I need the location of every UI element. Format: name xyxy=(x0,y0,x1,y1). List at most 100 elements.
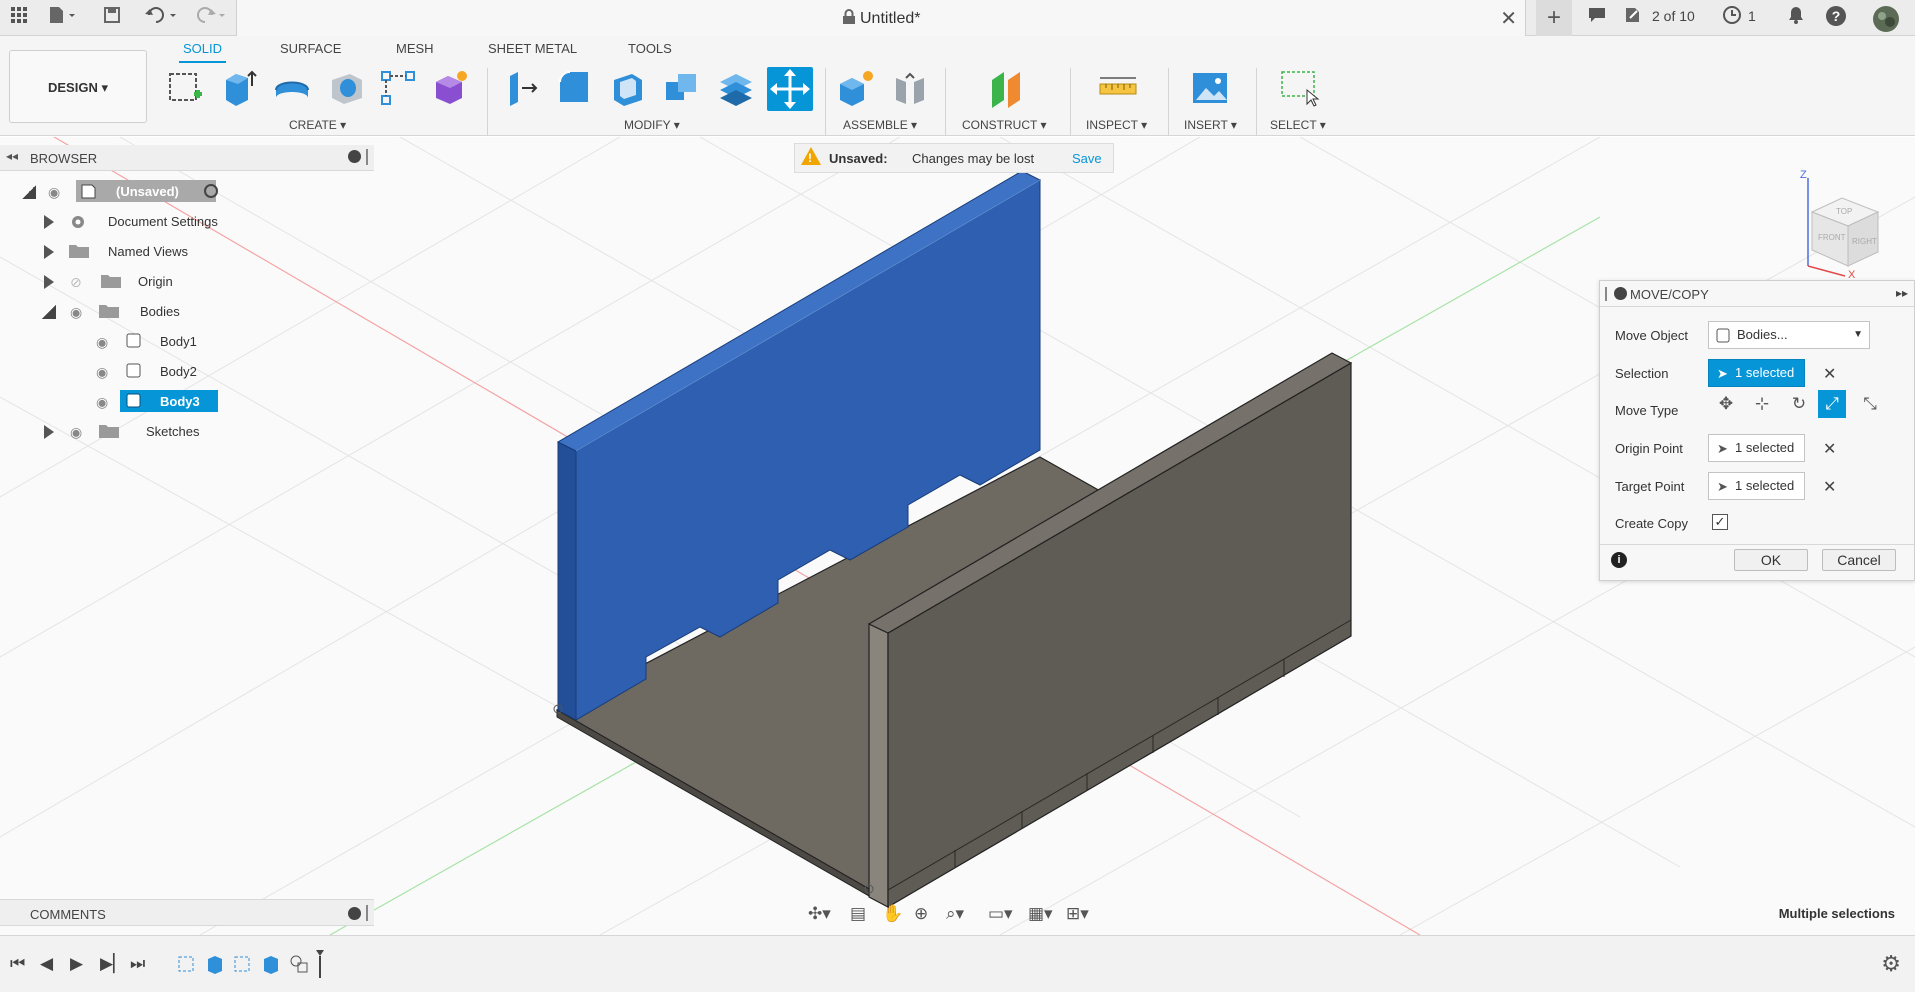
eye-icon[interactable]: ◉ xyxy=(48,184,60,201)
free-move-icon[interactable]: ✥ xyxy=(1712,390,1740,418)
pan-icon[interactable]: ✋ xyxy=(882,904,903,924)
tab-tools[interactable]: TOOLS xyxy=(628,41,672,56)
job-status-icon[interactable] xyxy=(1622,5,1644,31)
tree-item-bodies[interactable]: ◉ Bodies xyxy=(40,300,240,324)
eye-icon[interactable]: ◉ xyxy=(70,304,82,321)
workspace-switcher[interactable]: DESIGN ▾ xyxy=(9,50,147,123)
next-step-icon[interactable]: ▶▏ xyxy=(100,954,126,974)
move-object-select[interactable]: Bodies... ▼ xyxy=(1708,321,1870,349)
viewports-icon[interactable]: ⊞▾ xyxy=(1066,904,1089,924)
save-link[interactable]: Save xyxy=(1072,151,1102,166)
fit-icon[interactable]: ⌕▾ xyxy=(946,904,964,924)
select-icon[interactable] xyxy=(1280,68,1320,108)
grid-settings-icon[interactable]: ▦▾ xyxy=(1028,904,1053,924)
data-panel-icon[interactable] xyxy=(1583,5,1611,31)
extrude-icon[interactable] xyxy=(218,68,258,108)
expand-dialog-icon[interactable]: ▸▸ xyxy=(1896,286,1908,300)
joint-icon[interactable] xyxy=(890,68,930,108)
collapse-icon[interactable] xyxy=(22,185,36,199)
create-form-icon[interactable] xyxy=(430,68,470,108)
view-cube[interactable]: Z X TOP FRONT RIGHT xyxy=(1790,168,1890,281)
tab-sheet-metal[interactable]: SHEET METAL xyxy=(488,41,577,56)
browser-options-icon[interactable] xyxy=(348,150,361,163)
eye-icon[interactable]: ◉ xyxy=(96,364,108,381)
combine-icon[interactable] xyxy=(662,68,702,108)
insert-group-label[interactable]: INSERT ▾ xyxy=(1184,118,1237,132)
ok-button[interactable]: OK xyxy=(1734,549,1808,571)
document-tab[interactable]: Untitled* ✕ xyxy=(236,0,1526,36)
tab-solid[interactable]: SOLID xyxy=(178,41,227,63)
save-icon[interactable] xyxy=(100,5,124,31)
collapse-panel-icon[interactable]: ◂◂ xyxy=(6,149,18,163)
pin-panel-icon[interactable] xyxy=(366,149,368,165)
clear-target-icon[interactable]: ✕ xyxy=(1823,477,1836,497)
point-to-point-icon[interactable]: ⤢ xyxy=(1818,390,1846,418)
offset-plane-icon[interactable] xyxy=(986,68,1026,108)
create-sketch-icon[interactable] xyxy=(166,68,206,108)
translate-xyz-icon[interactable]: ⊹ xyxy=(1748,390,1776,418)
tree-item-sketches[interactable]: ◉ Sketches xyxy=(40,420,240,444)
select-group-label[interactable]: SELECT ▾ xyxy=(1270,118,1326,132)
target-point-field[interactable]: ➤ 1 selected xyxy=(1708,472,1805,500)
construct-group-label[interactable]: CONSTRUCT ▾ xyxy=(962,118,1046,132)
expand-icon[interactable] xyxy=(44,245,54,259)
collapse-icon[interactable] xyxy=(42,305,56,319)
activate-icon[interactable] xyxy=(204,184,218,198)
look-at-icon[interactable]: ▤ xyxy=(850,904,866,924)
last-step-icon[interactable]: ⏭ xyxy=(130,954,145,974)
timeline-marker[interactable] xyxy=(316,950,324,978)
play-icon[interactable]: ▶ xyxy=(70,954,83,974)
expand-icon[interactable] xyxy=(44,275,54,289)
create-copy-checkbox[interactable]: ✓ xyxy=(1712,514,1728,530)
selection-field[interactable]: ➤ 1 selected xyxy=(1708,359,1805,387)
timeline-move-icon[interactable] xyxy=(288,953,310,975)
hole-icon[interactable] xyxy=(326,68,366,108)
file-menu-icon[interactable] xyxy=(44,5,80,31)
expand-icon[interactable] xyxy=(44,425,54,439)
shell-icon[interactable] xyxy=(608,68,648,108)
clear-origin-icon[interactable]: ✕ xyxy=(1823,439,1836,459)
fillet-icon[interactable] xyxy=(554,68,594,108)
press-pull-icon[interactable] xyxy=(502,68,542,108)
tab-mesh[interactable]: MESH xyxy=(396,41,434,56)
user-avatar[interactable] xyxy=(1871,5,1901,32)
timeline-sketch-icon[interactable] xyxy=(232,953,254,975)
assemble-group-label[interactable]: ASSEMBLE ▾ xyxy=(843,118,917,132)
timeline-extrude-icon[interactable] xyxy=(260,953,282,975)
pin-panel-icon[interactable] xyxy=(366,905,368,921)
comments-panel[interactable]: COMMENTS xyxy=(0,899,374,926)
point-to-position-icon[interactable]: ⤡ xyxy=(1856,390,1884,418)
insert-image-icon[interactable] xyxy=(1190,68,1230,108)
revolve-icon[interactable] xyxy=(272,68,312,108)
job-status-text[interactable]: 2 of 10 xyxy=(1652,8,1695,24)
first-step-icon[interactable]: ⏮ xyxy=(10,954,25,974)
measure-icon[interactable] xyxy=(1098,68,1138,108)
move-copy-icon[interactable] xyxy=(767,67,813,111)
eye-icon[interactable]: ◉ xyxy=(96,334,108,351)
create-group-label[interactable]: CREATE ▾ xyxy=(289,118,346,132)
new-component-icon[interactable] xyxy=(836,68,876,108)
notifications-icon[interactable] xyxy=(1784,5,1808,31)
eye-icon[interactable]: ◉ xyxy=(70,424,82,441)
display-settings-icon[interactable]: ▭▾ xyxy=(988,904,1013,924)
modify-group-label[interactable]: MODIFY ▾ xyxy=(624,118,680,132)
tree-item-origin[interactable]: ⊘ Origin xyxy=(40,270,240,294)
pattern-icon[interactable] xyxy=(378,68,418,108)
origin-point-field[interactable]: ➤ 1 selected xyxy=(1708,434,1805,462)
previous-step-icon[interactable]: ◀ xyxy=(40,954,53,974)
tree-item-body3[interactable]: ◉ Body3 xyxy=(92,390,222,414)
cancel-button[interactable]: Cancel xyxy=(1822,549,1896,571)
inspect-group-label[interactable]: INSPECT ▾ xyxy=(1086,118,1147,132)
clear-selection-icon[interactable]: ✕ xyxy=(1823,364,1836,384)
hidden-eye-icon[interactable]: ⊘ xyxy=(70,274,82,291)
tree-item-document-settings[interactable]: Document Settings xyxy=(40,210,240,234)
expand-icon[interactable] xyxy=(44,215,54,229)
add-comment-icon[interactable] xyxy=(348,907,361,920)
tree-item-body1[interactable]: ◉ Body1 xyxy=(92,330,212,354)
undo-icon[interactable] xyxy=(142,5,182,31)
new-tab-icon[interactable]: + xyxy=(1536,0,1572,36)
offset-face-icon[interactable] xyxy=(716,68,756,108)
drag-handle-icon[interactable] xyxy=(1605,287,1607,301)
clock-icon[interactable] xyxy=(1720,5,1744,31)
redo-icon[interactable] xyxy=(190,5,230,31)
